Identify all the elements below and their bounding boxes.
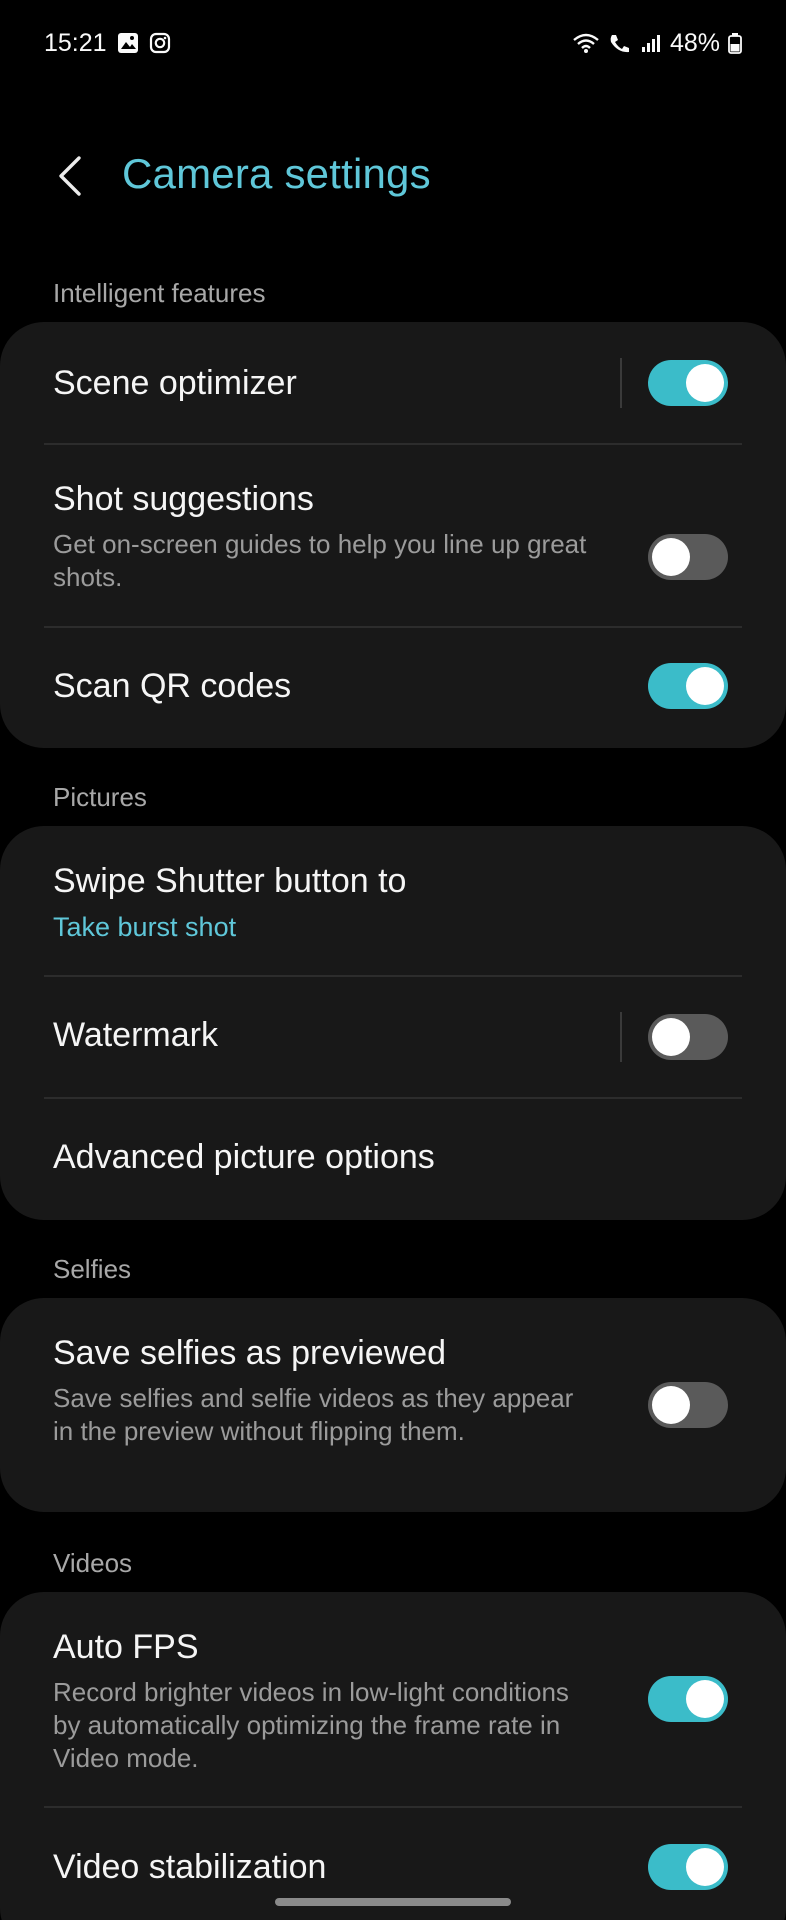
toggle-knob <box>686 1680 724 1718</box>
page-title: Camera settings <box>122 150 431 197</box>
section-label-videos: Videos <box>53 1548 133 1578</box>
shot-suggestions-toggle[interactable] <box>648 534 728 580</box>
toggle-knob <box>686 1848 724 1886</box>
watermark-title: Watermark <box>53 1016 218 1054</box>
app-header: Camera settings <box>0 140 786 212</box>
status-time: 15:21 <box>44 28 107 57</box>
signal-icon <box>640 32 662 54</box>
row-scan-qr-codes[interactable]: Scan QR codes <box>0 627 786 748</box>
status-left: 15:21 <box>44 29 171 58</box>
section-label-pictures: Pictures <box>53 782 147 812</box>
camera-settings-screen: 15:21 48% Camera settings Intelligent fe… <box>0 0 786 1920</box>
row-swipe-shutter[interactable]: Swipe Shutter button to Take burst shot <box>0 826 786 976</box>
instagram-icon <box>149 32 171 54</box>
auto-fps-title: Auto FPS <box>53 1628 199 1666</box>
row-separator <box>620 1012 622 1062</box>
row-advanced-picture-options[interactable]: Advanced picture options <box>0 1098 786 1220</box>
video-stabilization-toggle[interactable] <box>648 1844 728 1890</box>
row-save-selfies[interactable]: Save selfies as previewed Save selfies a… <box>0 1298 786 1512</box>
row-watermark[interactable]: Watermark <box>0 976 786 1098</box>
status-bar: 15:21 48% <box>0 0 786 86</box>
scan-qr-toggle[interactable] <box>648 663 728 709</box>
battery-icon <box>728 32 742 54</box>
home-indicator[interactable] <box>275 1898 511 1906</box>
status-right: 48% <box>572 29 742 58</box>
card-intelligent-features: Scene optimizer Shot suggestions Get on-… <box>0 322 786 748</box>
row-scene-optimizer[interactable]: Scene optimizer <box>0 322 786 444</box>
card-selfies: Save selfies as previewed Save selfies a… <box>0 1298 786 1512</box>
scene-optimizer-toggle[interactable] <box>648 360 728 406</box>
back-button[interactable] <box>48 148 92 204</box>
row-auto-fps[interactable]: Auto FPS Record brighter videos in low-l… <box>0 1592 786 1806</box>
battery-percent: 48% <box>669 28 720 57</box>
row-separator <box>620 358 622 408</box>
swipe-shutter-title: Swipe Shutter button to <box>53 862 407 900</box>
save-selfies-toggle[interactable] <box>648 1382 728 1428</box>
row-shot-suggestions[interactable]: Shot suggestions Get on-screen guides to… <box>0 444 786 627</box>
shot-suggestions-subtitle: Get on-screen guides to help you line up… <box>53 529 587 592</box>
scene-optimizer-title: Scene optimizer <box>53 364 297 402</box>
card-pictures: Swipe Shutter button to Take burst shot … <box>0 826 786 1220</box>
wifi-icon <box>572 32 600 54</box>
toggle-knob <box>652 1386 690 1424</box>
video-stabilization-title: Video stabilization <box>53 1848 327 1886</box>
shot-suggestions-title: Shot suggestions <box>53 480 314 518</box>
section-label-intelligent: Intelligent features <box>53 278 266 308</box>
auto-fps-toggle[interactable] <box>648 1676 728 1722</box>
save-selfies-title: Save selfies as previewed <box>53 1334 447 1372</box>
scan-qr-title: Scan QR codes <box>53 667 292 705</box>
watermark-toggle[interactable] <box>648 1014 728 1060</box>
swipe-shutter-value: Take burst shot <box>53 912 237 942</box>
gallery-icon <box>117 32 139 54</box>
call-icon <box>608 32 632 54</box>
auto-fps-subtitle: Record brighter videos in low-light cond… <box>53 1677 569 1773</box>
section-label-selfies: Selfies <box>53 1254 132 1284</box>
chevron-left-icon <box>59 156 81 196</box>
toggle-knob <box>686 364 724 402</box>
save-selfies-subtitle: Save selfies and selfie videos as they a… <box>53 1383 574 1446</box>
advanced-picture-options-title: Advanced picture options <box>53 1138 435 1176</box>
toggle-knob <box>652 538 690 576</box>
toggle-knob <box>652 1018 690 1056</box>
card-videos: Auto FPS Record brighter videos in low-l… <box>0 1592 786 1920</box>
toggle-knob <box>686 667 724 705</box>
